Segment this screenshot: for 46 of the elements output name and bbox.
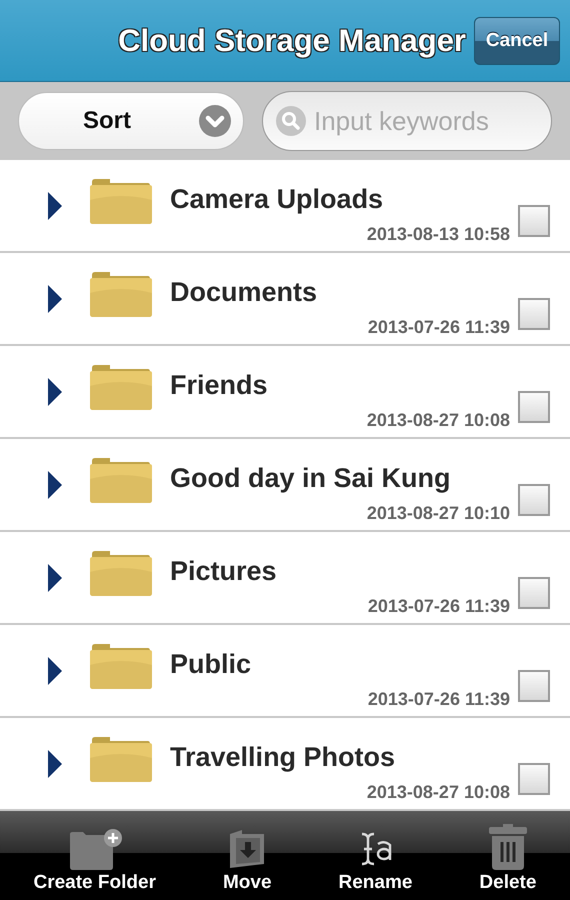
dropdown-chevron-icon xyxy=(199,105,231,137)
folder-icon xyxy=(90,736,152,782)
app-title: Cloud Storage Manager xyxy=(118,22,466,58)
folder-icon xyxy=(90,456,152,502)
folder-icon xyxy=(90,178,152,224)
folder-name[interactable]: Public xyxy=(170,649,252,680)
expand-arrow-icon[interactable] xyxy=(48,750,62,778)
search-icon xyxy=(276,106,306,136)
checkbox[interactable] xyxy=(518,670,550,702)
folder-name[interactable]: Travelling Photos xyxy=(170,742,396,773)
modified-date: 2013-08-13 10:58 xyxy=(366,224,510,245)
folder-icon xyxy=(90,642,152,688)
expand-arrow-icon[interactable] xyxy=(48,284,62,312)
checkbox[interactable] xyxy=(518,576,550,608)
checkbox[interactable] xyxy=(518,484,550,516)
modified-date: 2013-07-26 11:39 xyxy=(368,689,510,710)
expand-arrow-icon[interactable] xyxy=(48,378,62,406)
expand-arrow-icon[interactable] xyxy=(48,470,62,498)
toolbar-button[interactable]: Rename xyxy=(338,810,412,900)
folder-icon xyxy=(90,364,152,410)
modified-date: 2013-08-27 10:10 xyxy=(366,503,510,524)
toolbar-button[interactable]: Create Folder xyxy=(33,810,156,900)
folder-name[interactable]: Good day in Sai Kung xyxy=(170,463,451,494)
folder-name[interactable]: Documents xyxy=(170,277,318,308)
toolbar-button[interactable]: Delete xyxy=(479,810,536,900)
expand-arrow-icon[interactable] xyxy=(48,564,62,592)
checkbox[interactable] xyxy=(518,298,550,330)
expand-arrow-icon[interactable] xyxy=(48,656,62,684)
folder-icon xyxy=(90,270,152,316)
search-field[interactable]: Input keywords xyxy=(262,91,552,151)
sort-dropdown[interactable]: Sort xyxy=(18,92,244,150)
modified-date: 2013-08-27 10:08 xyxy=(366,782,510,803)
modified-date: 2013-07-26 11:39 xyxy=(368,596,510,617)
cancel-button[interactable]: Cancel xyxy=(474,16,560,64)
checkbox[interactable] xyxy=(518,204,550,236)
modified-date: 2013-08-27 10:08 xyxy=(366,410,510,431)
trash-icon xyxy=(488,824,528,870)
folder-name[interactable]: Camera Uploads xyxy=(170,184,384,215)
checkbox[interactable] xyxy=(518,762,550,794)
checkbox[interactable] xyxy=(518,390,550,422)
expand-arrow-icon[interactable] xyxy=(48,192,62,220)
toolbar-button[interactable]: Move xyxy=(222,810,272,900)
folder-icon xyxy=(90,550,152,596)
modified-date: 2013-07-26 11:39 xyxy=(368,317,510,338)
folder-name[interactable]: Pictures xyxy=(170,556,277,587)
folder-name[interactable]: Friends xyxy=(170,370,268,401)
